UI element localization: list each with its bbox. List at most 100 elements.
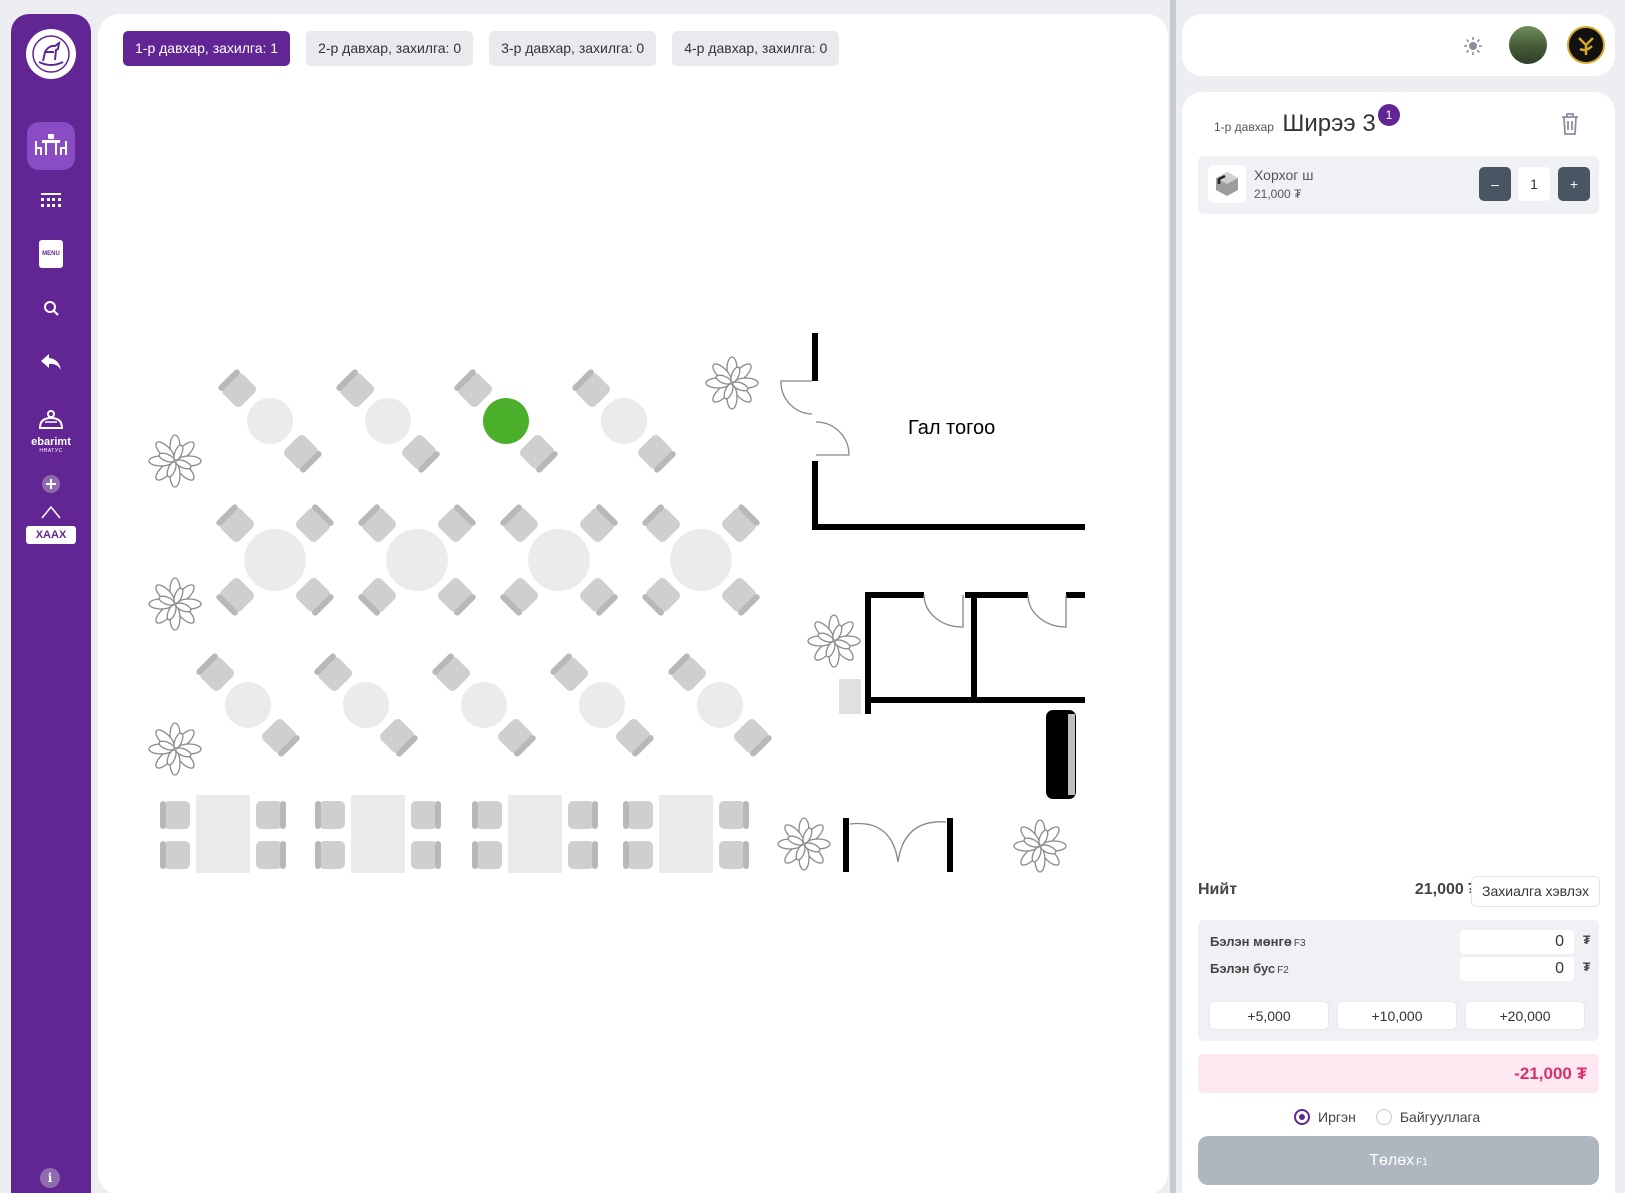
table-14[interactable] xyxy=(160,795,286,873)
customer-type-radios: Иргэн Байгууллага xyxy=(1294,1109,1480,1125)
noncash-shortcut: F2 xyxy=(1277,965,1289,976)
business-logo-icon xyxy=(1578,37,1594,55)
quick-amount-10000-button[interactable]: +10,000 xyxy=(1337,1001,1457,1030)
nav-return[interactable] xyxy=(27,338,75,386)
table-13[interactable] xyxy=(667,652,773,758)
nav-add[interactable] xyxy=(27,460,75,508)
search-icon xyxy=(44,301,59,316)
close-shift-button[interactable]: ХААХ xyxy=(26,505,76,547)
tab-floor-4[interactable]: 4-р давхар, захилга: 0 xyxy=(672,31,840,66)
cash-shortcut: F3 xyxy=(1293,938,1306,949)
sidebar: MENU ebarimt НӨАТУС ХААХ i xyxy=(11,14,91,1193)
plant-icon xyxy=(777,817,831,871)
noncash-input[interactable]: 0 xyxy=(1460,957,1574,981)
nav-search[interactable] xyxy=(27,284,75,332)
radio-organization[interactable]: Байгууллага xyxy=(1375,1109,1480,1125)
total-label: Нийт xyxy=(1198,881,1238,898)
table-11[interactable] xyxy=(431,652,537,758)
quick-amount-5000-button[interactable]: +5,000 xyxy=(1209,1001,1329,1030)
order-panel: 1-р давхар Ширээ 3 1 Хорхог ш 21,000 ₮ –… xyxy=(1182,92,1615,1193)
qty-increase-button[interactable]: + xyxy=(1558,167,1590,201)
reply-arrow-icon xyxy=(41,354,61,370)
print-order-button[interactable]: Захиалга хэвлэх xyxy=(1471,876,1600,907)
radio-individual-label: Иргэн xyxy=(1318,1109,1356,1125)
hanging-sign-icon xyxy=(41,505,61,519)
table-2[interactable] xyxy=(335,368,441,474)
table-3-occupied[interactable] xyxy=(453,368,559,474)
radio-individual[interactable]: Иргэн xyxy=(1294,1109,1356,1125)
sink xyxy=(839,679,861,714)
order-item-row: Хорхог ш 21,000 ₮ – 1 + xyxy=(1198,156,1599,214)
tab-floor-1[interactable]: 1-р давхар, захилга: 1 xyxy=(123,31,291,66)
plant-icon xyxy=(807,614,861,668)
balance-due: -21,000 ₮ xyxy=(1198,1054,1599,1093)
cash-currency: ₮ xyxy=(1583,933,1591,947)
table-chairs-icon xyxy=(35,134,67,155)
info-icon[interactable]: i xyxy=(40,1168,60,1188)
counter-edge xyxy=(1068,714,1075,795)
quick-amount-20000-button[interactable]: +20,000 xyxy=(1465,1001,1585,1030)
noncash-currency: ₮ xyxy=(1583,960,1591,974)
ebarimt-label: ebarimt xyxy=(31,436,71,448)
restroom-doors xyxy=(923,594,1067,628)
table-6[interactable] xyxy=(357,503,477,617)
floor-plan: Гал тогоо xyxy=(148,333,1085,873)
keypad-icon xyxy=(41,193,61,207)
table-16[interactable] xyxy=(472,795,598,873)
table-7[interactable] xyxy=(499,503,619,617)
noncash-label-text: Бэлэн бус xyxy=(1210,961,1276,976)
plant-icon xyxy=(148,577,202,631)
cash-input[interactable]: 0 xyxy=(1460,930,1574,954)
plant-icon xyxy=(705,356,759,410)
payment-box: Бэлэн мөнгө F3 0 ₮ Бэлэн бус F2 0 ₮ +5,000… xyxy=(1198,920,1599,1041)
table-15[interactable] xyxy=(315,795,441,873)
business-logo-avatar[interactable] xyxy=(1567,26,1605,64)
table-17[interactable] xyxy=(623,795,749,873)
panel-divider[interactable] xyxy=(1170,0,1176,1193)
order-header: 1-р давхар Ширээ 3 xyxy=(1214,110,1376,138)
radio-organization-dot[interactable] xyxy=(1375,1109,1392,1125)
table-12[interactable] xyxy=(549,652,655,758)
table-9[interactable] xyxy=(195,652,301,758)
table-10[interactable] xyxy=(313,652,419,758)
radio-individual-dot[interactable] xyxy=(1294,1109,1310,1125)
tab-floor-3[interactable]: 3-р давхар, захилга: 0 xyxy=(489,31,657,66)
restroom-walls xyxy=(865,592,1085,714)
table-8[interactable] xyxy=(641,503,761,617)
item-name: Хорхог ш xyxy=(1254,167,1314,183)
floor-tabs: 1-р давхар, захилга: 1 2-р давхар, захил… xyxy=(123,31,840,66)
table-4[interactable] xyxy=(571,368,677,474)
theme-toggle-sun-icon[interactable] xyxy=(1463,36,1483,56)
trash-icon[interactable] xyxy=(1559,112,1581,136)
pay-button[interactable]: Төлөх F1 xyxy=(1198,1136,1599,1185)
nav-tables[interactable] xyxy=(27,122,75,170)
order-count-badge: 1 xyxy=(1378,104,1400,126)
nav-ebarimt[interactable]: ebarimt НӨАТУС xyxy=(21,408,81,454)
table-1[interactable] xyxy=(217,368,323,474)
qty-decrease-button[interactable]: – xyxy=(1479,167,1511,201)
plant-icon xyxy=(148,722,202,776)
table-5[interactable] xyxy=(215,503,335,617)
nav-menu[interactable]: MENU xyxy=(27,230,75,278)
qty-value[interactable]: 1 xyxy=(1518,167,1550,201)
nav-calculator[interactable] xyxy=(27,176,75,224)
noncash-label: Бэлэн бус F2 xyxy=(1210,961,1289,976)
product-cube-icon xyxy=(1216,172,1238,196)
user-avatar[interactable] xyxy=(1509,26,1547,64)
total-value: 21,000 ₮ xyxy=(1414,881,1478,898)
item-price: 21,000 ₮ xyxy=(1254,187,1302,201)
pay-shortcut: F1 xyxy=(1416,1157,1428,1168)
kitchen-door xyxy=(780,380,850,456)
order-table-name: Ширээ 3 xyxy=(1282,110,1376,137)
app-logo[interactable] xyxy=(26,29,76,79)
floor-map-panel: Гал тогоо 1-р давхар, захилга: 1 2-р дав… xyxy=(98,14,1168,1193)
entrance-door xyxy=(843,818,953,872)
plus-circle-icon xyxy=(42,475,60,493)
ebarimt-logo-icon xyxy=(38,410,64,429)
cash-label: Бэлэн мөнгө F3 xyxy=(1210,934,1306,949)
plant-icon xyxy=(148,434,202,488)
cash-label-text: Бэлэн мөнгө xyxy=(1210,934,1292,949)
tab-floor-2[interactable]: 2-р давхар, захилга: 0 xyxy=(306,31,474,66)
menu-book-icon: MENU xyxy=(39,240,63,268)
pay-button-label: Төлөх xyxy=(1369,1152,1415,1169)
